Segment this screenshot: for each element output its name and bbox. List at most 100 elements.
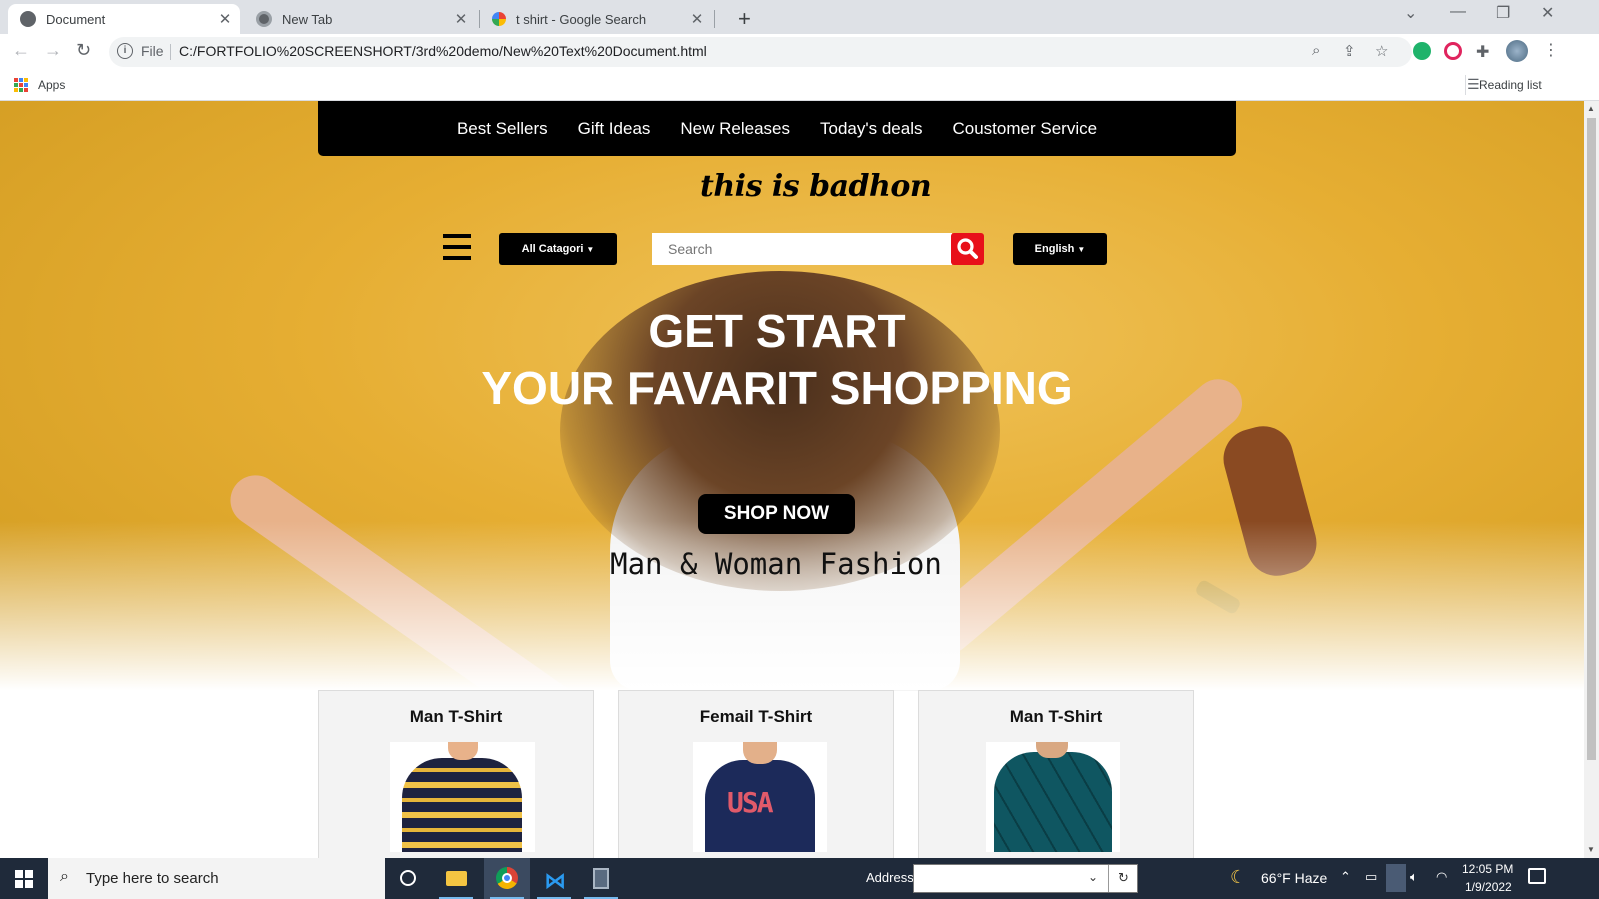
browser-toolbar: ← → ↻ i File C:/FORTFOLIO%20SCREENSHORT/… [0, 34, 1599, 70]
reading-list-icon[interactable]: ☰ [1467, 76, 1480, 93]
vscode-icon[interactable]: ⋈ [531, 858, 577, 899]
restore-icon[interactable]: ❐ [1496, 3, 1510, 23]
minimize-icon[interactable]: — [1450, 3, 1466, 21]
usa-print: USA [727, 786, 774, 819]
page-viewport: Best Sellers Gift Ideas New Releases Tod… [0, 101, 1584, 858]
scheme-label: File [141, 43, 164, 59]
scroll-up-icon[interactable]: ▲ [1587, 104, 1595, 113]
brand-logo[interactable]: this is badhon [700, 169, 932, 204]
shop-now-button[interactable]: SHOP NOW [698, 494, 855, 534]
hero-headline-line2: YOUR FAVARIT SHOPPING [481, 362, 1073, 414]
video-extension-icon[interactable] [1444, 42, 1462, 60]
profile-avatar[interactable] [1506, 40, 1528, 62]
clock-date[interactable]: 1/9/2022 [1465, 880, 1512, 894]
product-card-title: Man T-Shirt [1009, 707, 1103, 726]
caret-down-icon: ▼ [586, 244, 595, 254]
caret-down-icon: ▼ [1077, 244, 1086, 254]
hero-tagline: Man & Woman Fashion [610, 547, 942, 581]
bookmarks-bar: Apps ☰ Reading list [0, 70, 1599, 101]
close-tab-icon[interactable]: ✕ [688, 10, 706, 28]
calculator-icon[interactable] [578, 858, 624, 899]
tab-search-icon[interactable]: ⌄ [1404, 3, 1417, 23]
product-card-title: Man T-Shirt [409, 707, 503, 726]
nav-link-todays-deals[interactable]: Today's deals [820, 119, 922, 139]
product-card-title: Femail T-Shirt [699, 707, 813, 726]
tab-new-tab[interactable]: New Tab ✕ [244, 4, 476, 34]
zoom-icon[interactable]: ⌕ [1312, 42, 1320, 59]
meet-now-icon[interactable]: ▭ [1365, 869, 1377, 885]
info-icon[interactable]: i [117, 43, 133, 59]
category-dropdown[interactable]: All Catagori ▼ [499, 233, 617, 265]
close-window-icon[interactable]: ✕ [1541, 3, 1554, 23]
chrome-icon [256, 11, 272, 27]
volume-icon[interactable]: 🔈︎ [1410, 869, 1418, 885]
forward-icon[interactable]: → [44, 40, 62, 61]
google-icon [492, 12, 506, 26]
tab-document[interactable]: Document ✕ [8, 4, 240, 34]
page-scrollbar[interactable]: ▲ ▼ [1584, 101, 1599, 858]
product-card[interactable]: Man T-Shirt [318, 690, 594, 858]
windows-start-icon[interactable] [15, 870, 33, 888]
taskbar-search-box[interactable]: ⌕ Type here to search [48, 858, 385, 899]
search-button[interactable] [951, 233, 984, 265]
apps-grid-icon[interactable] [14, 78, 28, 92]
site-nav: Best Sellers Gift Ideas New Releases Tod… [318, 101, 1236, 156]
scrollbar-thumb[interactable] [1587, 118, 1596, 760]
tab-title: t shirt - Google Search [516, 11, 647, 27]
chevron-up-icon[interactable]: ⌃ [1340, 869, 1351, 885]
cortana-icon[interactable] [385, 858, 431, 899]
hero-headline-line1: GET START [648, 305, 906, 357]
new-tab-button[interactable]: + [738, 6, 751, 32]
share-icon[interactable]: ⇪ [1343, 42, 1356, 60]
nav-link-gift-ideas[interactable]: Gift Ideas [578, 119, 651, 139]
nav-link-new-releases[interactable]: New Releases [680, 119, 790, 139]
back-icon[interactable]: ← [12, 40, 30, 61]
clock-time[interactable]: 12:05 PM [1462, 862, 1513, 876]
reading-list-button[interactable]: Reading list [1479, 78, 1542, 92]
chrome-taskbar-icon[interactable] [484, 858, 530, 899]
nav-link-best-sellers[interactable]: Best Sellers [457, 119, 548, 139]
bookmark-star-icon[interactable]: ☆ [1375, 42, 1388, 60]
grammarly-extension-icon[interactable] [1413, 42, 1431, 60]
product-image-teal-tshirt [986, 742, 1120, 852]
tab-title: Document [46, 11, 106, 27]
product-card[interactable]: Man T-Shirt [918, 690, 1194, 858]
taskbar-search-placeholder: Type here to search [86, 870, 219, 887]
product-card[interactable]: Femail T-Shirt USA [618, 690, 894, 858]
close-tab-icon[interactable]: ✕ [216, 10, 234, 28]
close-tab-icon[interactable]: ✕ [452, 10, 470, 28]
menu-kebab-icon[interactable]: ⋮ [1543, 40, 1559, 60]
search-icon: ⌕ [60, 868, 69, 885]
category-dropdown-label: All Catagori [521, 243, 584, 255]
hamburger-menu-icon[interactable] [443, 234, 471, 260]
scroll-down-icon[interactable]: ▼ [1587, 845, 1595, 854]
search-icon [957, 238, 978, 259]
reload-icon[interactable]: ↻ [76, 40, 91, 61]
language-dropdown[interactable]: English ▼ [1013, 233, 1107, 265]
weather-text[interactable]: 66°F Haze [1261, 870, 1327, 886]
weather-moon-icon: ☾ [1230, 867, 1247, 887]
file-explorer-icon[interactable] [433, 858, 479, 899]
tab-google-search[interactable]: t shirt - Google Search ✕ [480, 4, 712, 34]
nav-link-customer-service[interactable]: Coustomer Service [953, 119, 1098, 139]
bookmarks-divider [1465, 75, 1466, 95]
product-image-usa-tshirt: USA [693, 742, 827, 852]
tab-strip: Document ✕ New Tab ✕ t shirt - Google Se… [0, 0, 1599, 34]
address-bar[interactable]: i File C:/FORTFOLIO%20SCREENSHORT/3rd%20… [109, 37, 1412, 67]
extensions-puzzle-icon[interactable]: ✚ [1476, 42, 1489, 62]
url-text[interactable]: C:/FORTFOLIO%20SCREENSHORT/3rd%20demo/Ne… [179, 43, 707, 59]
taskbar-address-input[interactable]: ⌄ ↻ [913, 864, 1138, 893]
tab-divider [714, 10, 715, 28]
chevron-down-icon[interactable]: ⌄ [1088, 870, 1098, 884]
pen-icon[interactable] [1386, 864, 1406, 892]
address-toolbar-label: Address [866, 870, 914, 885]
apps-bookmark[interactable]: Apps [38, 78, 65, 92]
product-image-striped-tshirt [390, 742, 535, 852]
go-refresh-icon[interactable]: ↻ [1118, 870, 1129, 886]
language-dropdown-label: English [1034, 243, 1075, 255]
network-wifi-icon[interactable]: ◠ [1436, 869, 1447, 885]
search-input[interactable] [652, 233, 952, 265]
omnibox-divider [170, 44, 171, 60]
globe-icon [20, 11, 36, 27]
notifications-icon[interactable] [1528, 868, 1546, 884]
